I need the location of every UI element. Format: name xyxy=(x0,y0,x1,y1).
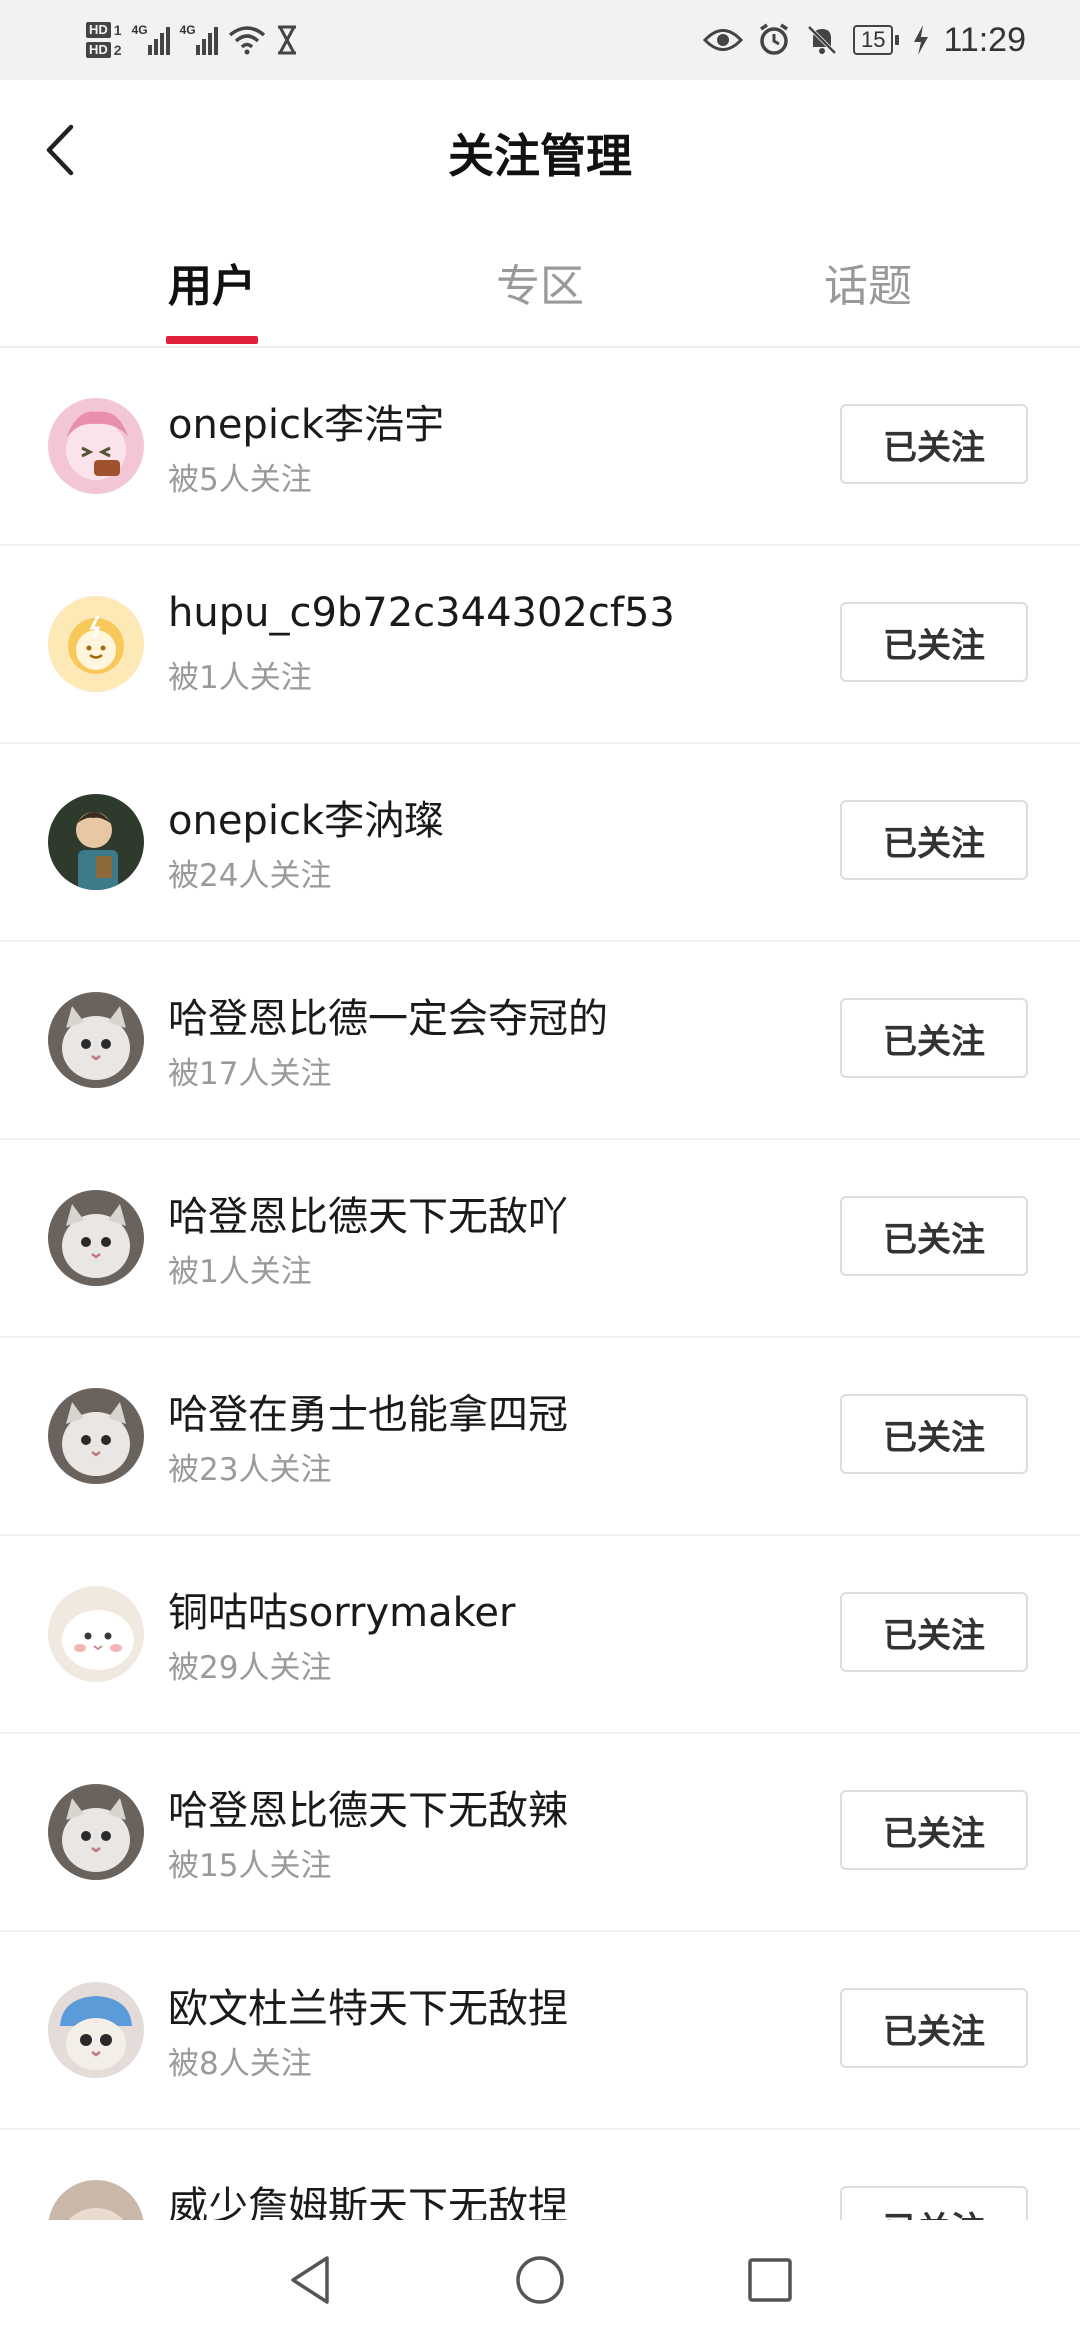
header: 关注管理 xyxy=(0,80,1080,220)
follower-count: 被23人关注 xyxy=(168,1452,332,1488)
list-item[interactable]: 哈登在勇士也能拿四冠 被23人关注 已关注 xyxy=(0,1338,1080,1536)
triangle-back-icon xyxy=(291,2256,329,2304)
user-name[interactable]: onepick李浩宇 xyxy=(168,392,444,450)
page-title: 关注管理 xyxy=(448,129,632,183)
following-button[interactable]: 已关注 xyxy=(840,602,1028,682)
status-bar: HD 1 HD 2 4G 4G 15 11:29 xyxy=(0,0,1080,80)
status-right: 15 11:29 xyxy=(702,10,1026,70)
following-button[interactable]: 已关注 xyxy=(840,1196,1028,1276)
status-time: 11:29 xyxy=(943,20,1026,59)
tab-active-indicator xyxy=(166,336,258,344)
follower-count: 被1人关注 xyxy=(168,1254,312,1290)
avatar[interactable] xyxy=(48,398,144,494)
sim-indicators: HD 1 HD 2 xyxy=(86,22,122,58)
sim2-hd: HD xyxy=(86,42,111,58)
alarm-icon xyxy=(759,23,788,55)
nav-recents-button[interactable] xyxy=(740,2250,800,2310)
hourglass-icon xyxy=(277,25,296,55)
square-recents-icon xyxy=(748,2258,792,2302)
avatar[interactable] xyxy=(48,596,144,692)
avatar[interactable] xyxy=(48,2180,144,2220)
nav-home-button[interactable] xyxy=(510,2250,570,2310)
list-item[interactable]: hupu_c9b72c344302cf53 被1人关注 已关注 xyxy=(0,546,1080,744)
user-name[interactable]: onepick李汭璨 xyxy=(168,788,444,846)
screen: HD 1 HD 2 4G 4G 15 11:29 关注管理 用户 专区 话题 o… xyxy=(0,0,1080,2340)
follower-count: 被29人关注 xyxy=(168,1650,332,1686)
avatar[interactable] xyxy=(48,1982,144,2078)
follower-count: 被1人关注 xyxy=(168,660,312,696)
avatar[interactable] xyxy=(48,794,144,890)
avatar[interactable] xyxy=(48,1190,144,1286)
circle-home-icon xyxy=(516,2256,564,2304)
network-2-label: 4G xyxy=(179,23,196,37)
list-item[interactable]: 欧文杜兰特天下无敌捏 被8人关注 已关注 xyxy=(0,1932,1080,2130)
eye-icon xyxy=(702,29,743,51)
sim1-num: 1 xyxy=(113,22,122,38)
user-name[interactable]: 哈登恩比德天下无敌吖 xyxy=(168,1184,568,1242)
avatar[interactable] xyxy=(48,1784,144,1880)
list-item[interactable]: 铜咕咕sorrymaker 被29人关注 已关注 xyxy=(0,1536,1080,1734)
following-button[interactable]: 已关注 xyxy=(840,1394,1028,1474)
tab-users[interactable]: 用户 xyxy=(112,250,312,314)
list-item[interactable]: onepick李浩宇 被5人关注 已关注 xyxy=(0,348,1080,546)
following-button[interactable]: 已关注 xyxy=(840,1988,1028,2068)
tab-zones[interactable]: 专区 xyxy=(440,250,640,314)
charging-icon xyxy=(914,25,929,55)
tab-bar: 用户 专区 话题 xyxy=(0,220,1080,348)
wifi-icon xyxy=(228,26,265,55)
battery-indicator: 15 xyxy=(852,25,900,55)
nav-back-button[interactable] xyxy=(280,2250,340,2310)
following-button[interactable]: 已关注 xyxy=(840,2186,1028,2220)
sim2-num: 2 xyxy=(113,42,122,58)
sim1-hd: HD xyxy=(86,22,111,38)
list-item[interactable]: 哈登恩比德天下无敌吖 被1人关注 已关注 xyxy=(0,1140,1080,1338)
follower-count: 被5人关注 xyxy=(168,462,312,498)
battery-level: 15 xyxy=(852,25,894,55)
user-name[interactable]: 欧文杜兰特天下无敌捏 xyxy=(168,1976,568,2034)
user-name[interactable]: hupu_c9b72c344302cf53 xyxy=(168,590,675,636)
user-name[interactable]: 铜咕咕sorrymaker xyxy=(168,1580,515,1638)
avatar[interactable] xyxy=(48,992,144,1088)
user-name[interactable]: 哈登在勇士也能拿四冠 xyxy=(168,1382,568,1440)
sim1-indicator: HD 1 xyxy=(86,22,122,38)
following-button[interactable]: 已关注 xyxy=(840,1790,1028,1870)
list-item[interactable]: 哈登恩比德天下无敌辣 被15人关注 已关注 xyxy=(0,1734,1080,1932)
avatar[interactable] xyxy=(48,1586,144,1682)
following-button[interactable]: 已关注 xyxy=(840,800,1028,880)
list-item[interactable]: 威少詹姆斯天下无敌捏 已关注 xyxy=(0,2130,1080,2220)
signal-2-icon: 4G xyxy=(179,23,218,55)
avatar[interactable] xyxy=(48,1388,144,1484)
following-button[interactable]: 已关注 xyxy=(840,998,1028,1078)
follower-count: 被24人关注 xyxy=(168,858,332,894)
follower-count: 被15人关注 xyxy=(168,1848,332,1884)
list-item[interactable]: 哈登恩比德一定会夺冠的 被17人关注 已关注 xyxy=(0,942,1080,1140)
user-name[interactable]: 威少詹姆斯天下无敌捏 xyxy=(168,2174,568,2220)
system-nav-bar xyxy=(0,2220,1080,2340)
follower-count: 被17人关注 xyxy=(168,1056,332,1092)
user-name[interactable]: 哈登恩比德天下无敌辣 xyxy=(168,1778,568,1836)
network-1-label: 4G xyxy=(131,23,148,37)
sim2-indicator: HD 2 xyxy=(86,42,122,58)
followed-user-list: onepick李浩宇 被5人关注 已关注 hupu_c9b72c344302cf… xyxy=(0,348,1080,2220)
mute-bell-icon xyxy=(807,25,837,55)
battery-tip xyxy=(895,35,900,45)
signal-1-icon: 4G xyxy=(131,23,170,55)
tab-topics[interactable]: 话题 xyxy=(768,250,968,314)
follower-count: 被8人关注 xyxy=(168,2046,312,2082)
following-button[interactable]: 已关注 xyxy=(840,404,1028,484)
status-left: HD 1 HD 2 4G 4G xyxy=(86,10,298,70)
list-item[interactable]: onepick李汭璨 被24人关注 已关注 xyxy=(0,744,1080,942)
following-button[interactable]: 已关注 xyxy=(840,1592,1028,1672)
user-name[interactable]: 哈登恩比德一定会夺冠的 xyxy=(168,986,608,1044)
